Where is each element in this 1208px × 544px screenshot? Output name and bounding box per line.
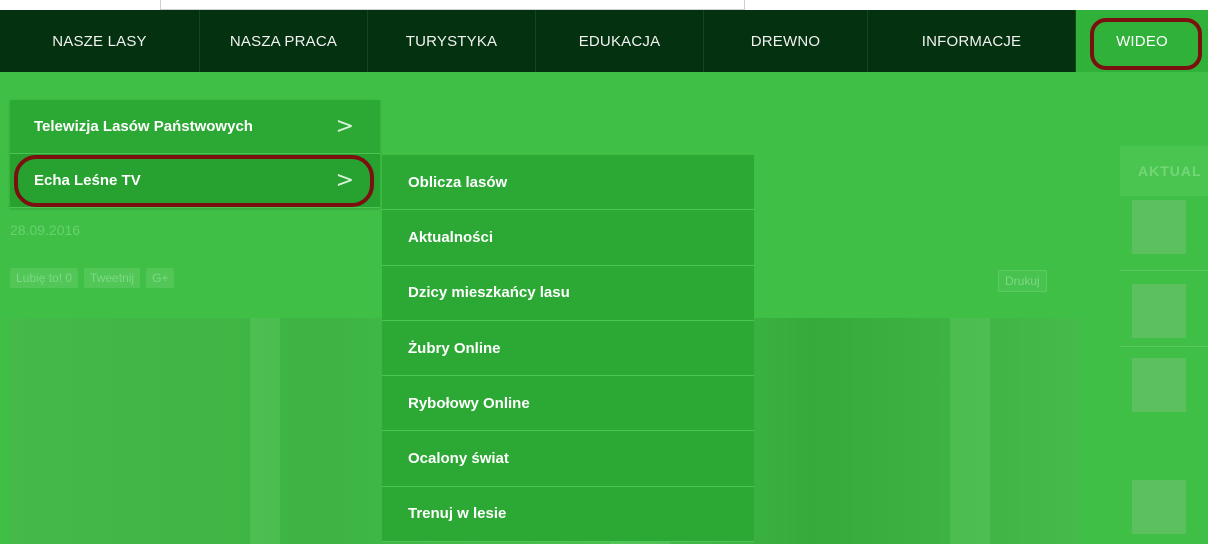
share-bar: Lubię to! 0 Tweetnij G+ bbox=[10, 268, 175, 288]
sidebar-thumbnail[interactable] bbox=[1132, 200, 1186, 254]
menu-item-echa-lesne-tv[interactable]: Echa Leśne TV > bbox=[10, 154, 380, 208]
nav-item-nasza-praca[interactable]: NASZA PRACA bbox=[200, 10, 368, 72]
sidebar-heading: AKTUAL bbox=[1120, 146, 1208, 196]
nav-item-informacje[interactable]: INFORMACJE bbox=[868, 10, 1076, 72]
menu-item-oblicza-lasow[interactable]: Oblicza lasów bbox=[382, 155, 754, 211]
menu-item-telewizja[interactable]: Telewizja Lasów Państwowych > bbox=[10, 100, 380, 154]
menu-item-label: Telewizja Lasów Państwowych bbox=[34, 118, 253, 135]
nav-item-nasze-lasy[interactable]: NASZE LASY bbox=[0, 10, 200, 72]
article-date: 28.09.2016 bbox=[10, 222, 81, 238]
gplus-button[interactable]: G+ bbox=[146, 268, 175, 288]
tweet-button[interactable]: Tweetnij bbox=[84, 268, 141, 288]
header-box bbox=[160, 0, 745, 10]
main-nav: NASZE LASY NASZA PRACA TURYSTYKA EDUKACJ… bbox=[0, 10, 1208, 72]
chevron-right-icon: > bbox=[335, 114, 354, 139]
menu-item-ocalony-swiat[interactable]: Ocalony świat bbox=[382, 431, 754, 487]
nav-item-drewno[interactable]: DREWNO bbox=[704, 10, 868, 72]
nav-item-wideo[interactable]: WIDEO bbox=[1076, 10, 1208, 72]
like-button[interactable]: Lubię to! 0 bbox=[10, 268, 79, 288]
menu-item-label: Echa Leśne TV bbox=[34, 172, 141, 189]
sidebar-thumbnail[interactable] bbox=[1132, 358, 1186, 412]
sidebar-thumbnail[interactable] bbox=[1132, 284, 1186, 338]
menu-item-aktualnosci[interactable]: Aktualności bbox=[382, 210, 754, 266]
menu-item-trenuj-w-lesie[interactable]: Trenuj w lesie bbox=[382, 487, 754, 543]
print-button[interactable]: Drukuj bbox=[998, 270, 1047, 292]
nav-item-turystyka[interactable]: TURYSTYKA bbox=[368, 10, 536, 72]
chevron-right-icon: > bbox=[335, 168, 354, 193]
sidebar-thumbnail[interactable] bbox=[1132, 480, 1186, 534]
submenu-level2: Oblicza lasów Aktualności Dzicy mieszkań… bbox=[382, 155, 754, 543]
top-strip bbox=[0, 0, 1208, 10]
nav-item-edukacja[interactable]: EDUKACJA bbox=[536, 10, 704, 72]
submenu-level1: Telewizja Lasów Państwowych > Echa Leśne… bbox=[10, 100, 380, 208]
menu-item-zubry-online[interactable]: Żubry Online bbox=[382, 321, 754, 377]
menu-item-rybolowy-online[interactable]: Rybołowy Online bbox=[382, 376, 754, 432]
menu-item-dzicy-mieszkancy[interactable]: Dzicy mieszkańcy lasu bbox=[382, 266, 754, 321]
